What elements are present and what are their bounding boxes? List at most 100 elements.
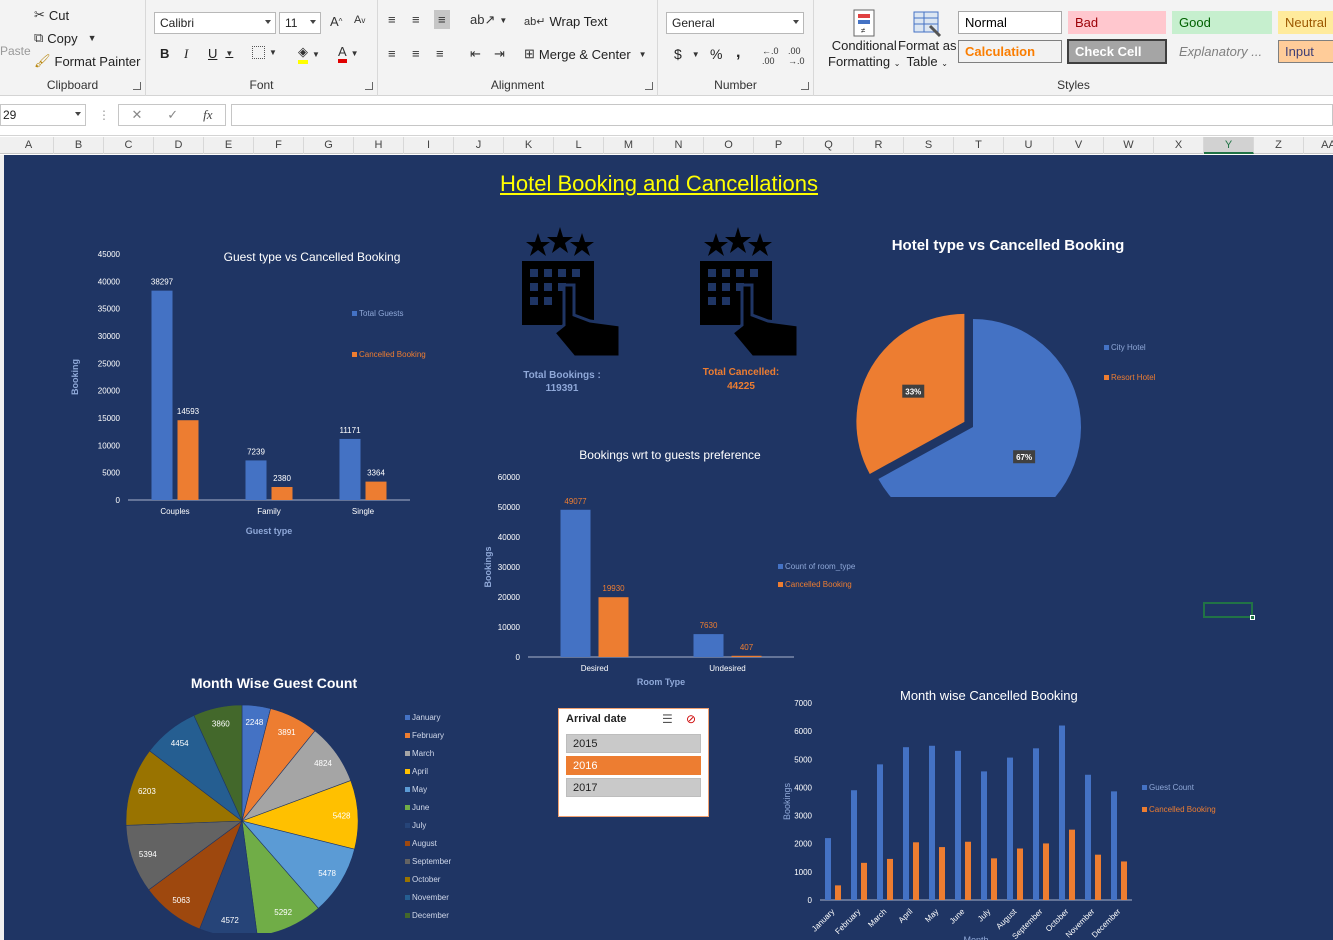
column-header-m[interactable]: M [604,137,654,154]
bold-button[interactable]: B [160,46,169,61]
slicer-item-2017[interactable]: 2017 [566,778,701,797]
formula-input[interactable] [231,104,1333,126]
wrap-text-button[interactable]: ab↵ Wrap Text [524,14,608,29]
conditional-formatting-button[interactable]: ≠ Conditional Formatting ⌄ [828,8,900,72]
column-header-f[interactable]: F [254,137,304,154]
cell-style-good[interactable]: Good [1172,11,1272,34]
column-header-z[interactable]: Z [1254,137,1304,154]
column-header-w[interactable]: W [1104,137,1154,154]
format-painter-button[interactable]: 🖌 Format Painter [34,53,141,69]
x-tick-label: April [897,907,915,925]
column-header-h[interactable]: H [354,137,404,154]
font-color-button[interactable]: A ▼ [338,44,359,63]
cut-button[interactable]: ✂ Cut [34,7,69,23]
column-header-q[interactable]: Q [804,137,854,154]
legend-swatch [405,823,410,828]
cell-style-calculation[interactable]: Calculation [958,40,1062,63]
increase-font-button[interactable]: A ^ [330,14,342,29]
alignment-launcher-icon[interactable] [645,82,653,90]
chevron-down-icon: ▼ [638,49,647,59]
legend-label: January [412,713,440,722]
arrival-date-slicer[interactable]: Arrival date ☰ ⊘ 2015 2016 2017 [558,708,709,817]
decrease-indent-button[interactable]: ⇤ [470,46,481,62]
column-header-b[interactable]: B [54,137,104,154]
align-bottom-button[interactable]: ≡ [434,10,450,29]
decrease-decimal-button[interactable]: .00 →.0 [788,46,805,66]
cancel-icon[interactable]: ✕ [131,107,142,123]
selected-cell[interactable] [1203,602,1255,620]
column-header-l[interactable]: L [554,137,604,154]
clear-filter-icon[interactable]: ⊘ [686,712,696,726]
currency-button[interactable]: $ ▼ [674,46,700,62]
column-header-y[interactable]: Y [1204,137,1254,154]
align-left-button[interactable]: ≡ [388,46,396,61]
increase-decimal-icon: ←.0.00 [762,46,779,66]
column-header-p[interactable]: P [754,137,804,154]
data-label: 7239 [247,447,265,456]
font-size-select[interactable]: 11 [279,12,321,34]
column-header-i[interactable]: I [404,137,454,154]
cell-style-bad[interactable]: Bad [1068,11,1166,34]
column-header-e[interactable]: E [204,137,254,154]
percent-button[interactable]: % [710,46,722,62]
fill-handle[interactable] [1250,615,1255,620]
slicer-item-2016[interactable]: 2016 [566,756,701,775]
cell-style-check-cell[interactable]: Check Cell [1067,39,1167,64]
chevron-down-icon [310,20,316,24]
number-format-select[interactable]: General [666,12,804,34]
slicer-item-2015[interactable]: 2015 [566,734,701,753]
y-tick-label: 30000 [98,332,121,341]
column-header-aa[interactable]: AA [1304,137,1333,154]
format-as-table-button[interactable]: Format as Table ⌄ [898,8,957,72]
column-header-u[interactable]: U [1004,137,1054,154]
merge-center-button[interactable]: ⊞ Merge & Center ▼ [524,46,647,62]
borders-button[interactable]: ▼ [252,46,277,59]
column-header-s[interactable]: S [904,137,954,154]
increase-indent-icon: ⇥ [494,46,505,61]
copy-button[interactable]: ⧉ Copy ▼ [34,30,97,46]
increase-indent-button[interactable]: ⇥ [494,46,505,62]
align-right-button[interactable]: ≡ [436,46,444,61]
paste-button[interactable]: Paste [0,44,31,58]
increase-decimal-button[interactable]: ←.0.00 [762,46,779,66]
decrease-font-button[interactable]: Av [354,14,365,26]
column-header-g[interactable]: G [304,137,354,154]
column-header-k[interactable]: K [504,137,554,154]
chevron-down-icon: ▼ [87,33,97,43]
orientation-button[interactable]: ab↗ ▼ [470,12,507,28]
italic-button[interactable]: I [184,46,188,62]
column-header-o[interactable]: O [704,137,754,154]
y-tick-label: 5000 [794,755,812,764]
font-name-value: Calibri [160,16,195,30]
column-header-r[interactable]: R [854,137,904,154]
column-header-t[interactable]: T [954,137,1004,154]
fill-color-button[interactable]: ◈ ▼ [298,44,320,64]
column-header-v[interactable]: V [1054,137,1104,154]
name-box[interactable]: 29 [0,104,86,126]
cell-style-input[interactable]: Input [1278,40,1333,63]
align-top-button[interactable]: ≡ [388,12,396,27]
column-header-a[interactable]: A [4,137,54,154]
number-launcher-icon[interactable] [801,82,809,90]
font-launcher-icon[interactable] [365,82,373,90]
wrap-text-icon: ab↵ [524,16,546,28]
cell-style-neutral[interactable]: Neutral [1278,11,1333,34]
data-label: 5063 [172,896,190,905]
align-middle-button[interactable]: ≡ [412,12,420,27]
cell-style-explanatory[interactable]: Explanatory ... [1172,40,1272,63]
align-center-button[interactable]: ≡ [412,46,420,61]
column-header-c[interactable]: C [104,137,154,154]
column-header-d[interactable]: D [154,137,204,154]
insert-function-button[interactable]: fx [203,107,212,123]
underline-button[interactable]: U ▼ [208,46,233,61]
cell-style-normal[interactable]: Normal [958,11,1062,34]
font-name-select[interactable]: Calibri [154,12,276,34]
column-header-n[interactable]: N [654,137,704,154]
column-header-j[interactable]: J [454,137,504,154]
clipboard-launcher-icon[interactable] [133,82,141,90]
comma-button[interactable]: , [736,44,740,62]
enter-icon[interactable]: ✓ [167,107,178,123]
multi-select-icon[interactable]: ☰ [662,712,673,726]
bar [955,750,961,900]
column-header-x[interactable]: X [1154,137,1204,154]
